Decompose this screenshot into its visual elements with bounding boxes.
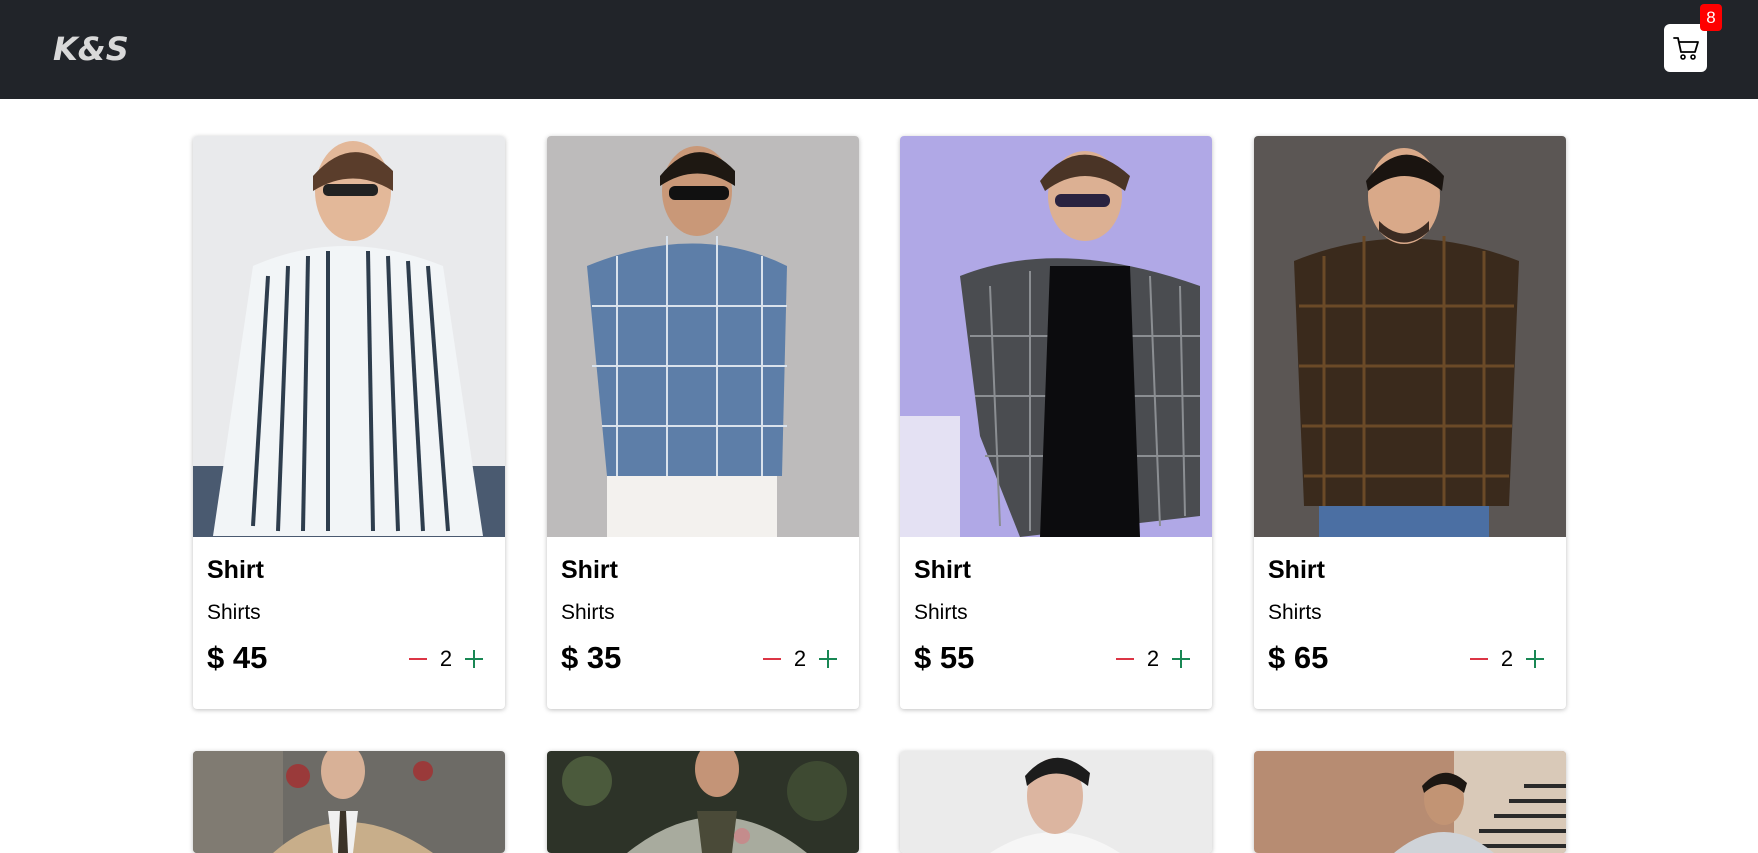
plus-icon[interactable] xyxy=(817,644,839,674)
product-card[interactable] xyxy=(547,751,859,853)
cart-button[interactable] xyxy=(1664,24,1707,72)
product-image xyxy=(547,751,859,853)
product-image xyxy=(900,751,1212,853)
product-image xyxy=(193,751,505,853)
product-title: Shirt xyxy=(561,556,618,584)
product-category: Shirts xyxy=(207,601,261,624)
product-title: Shirt xyxy=(914,556,971,584)
product-image xyxy=(547,136,859,537)
quantity-stepper: 2 xyxy=(1468,644,1546,674)
minus-icon[interactable] xyxy=(1468,644,1490,674)
product-price: $ 65 xyxy=(1268,640,1329,675)
minus-icon[interactable] xyxy=(407,644,429,674)
minus-icon[interactable] xyxy=(1114,644,1136,674)
quantity-value: 2 xyxy=(793,646,807,671)
product-price: $ 35 xyxy=(561,640,622,675)
product-card[interactable]: Shirt Shirts $ 55 2 xyxy=(900,136,1212,709)
product-image xyxy=(900,136,1212,537)
quantity-stepper: 2 xyxy=(407,644,485,674)
product-category: Shirts xyxy=(561,601,615,624)
product-card[interactable]: Shirt Shirts $ 35 2 xyxy=(547,136,859,709)
product-image xyxy=(1254,136,1566,537)
product-price: $ 55 xyxy=(914,640,975,675)
product-card[interactable]: Shirt Shirts $ 65 2 xyxy=(1254,136,1566,709)
product-image xyxy=(1254,751,1566,853)
product-card[interactable] xyxy=(193,751,505,853)
product-image xyxy=(193,136,505,537)
product-card[interactable] xyxy=(1254,751,1566,853)
product-title: Shirt xyxy=(207,556,264,584)
cart-icon xyxy=(1672,37,1699,60)
plus-icon[interactable] xyxy=(1170,644,1192,674)
navbar: K&S 8 xyxy=(0,0,1758,99)
plus-icon[interactable] xyxy=(1524,644,1546,674)
quantity-value: 2 xyxy=(1500,646,1514,671)
quantity-value: 2 xyxy=(439,646,453,671)
brand-logo[interactable]: K&S xyxy=(53,30,129,68)
product-category: Shirts xyxy=(914,601,968,624)
product-card[interactable]: Shirt Shirts $ 45 2 xyxy=(193,136,505,709)
quantity-value: 2 xyxy=(1146,646,1160,671)
product-price: $ 45 xyxy=(207,640,268,675)
minus-icon[interactable] xyxy=(761,644,783,674)
cart-count-badge: 8 xyxy=(1700,4,1722,31)
product-category: Shirts xyxy=(1268,601,1322,624)
quantity-stepper: 2 xyxy=(761,644,839,674)
product-card[interactable] xyxy=(900,751,1212,853)
product-title: Shirt xyxy=(1268,556,1325,584)
quantity-stepper: 2 xyxy=(1114,644,1192,674)
plus-icon[interactable] xyxy=(463,644,485,674)
